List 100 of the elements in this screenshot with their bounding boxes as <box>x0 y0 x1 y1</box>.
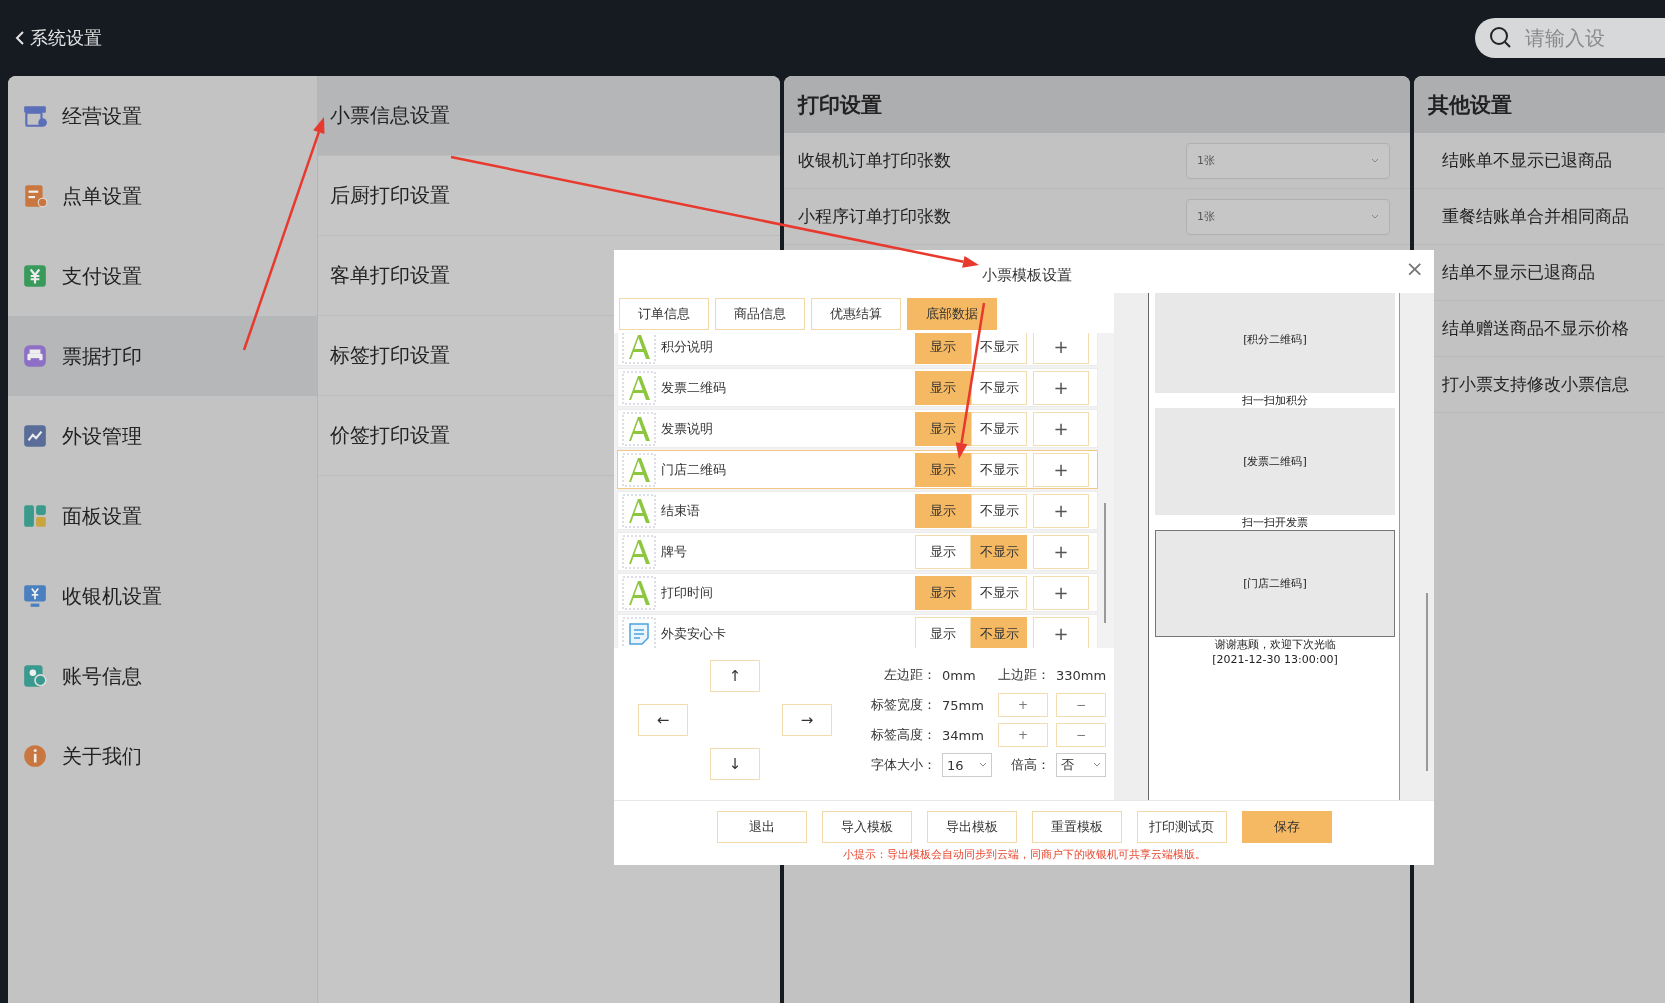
up-button[interactable]: ↑ <box>710 660 760 692</box>
hide-button[interactable]: 不显示 <box>971 370 1027 405</box>
add-button[interactable]: + <box>1033 411 1089 446</box>
double-height-select[interactable]: 否 <box>1056 753 1106 777</box>
hide-button[interactable]: 不显示 <box>971 333 1027 364</box>
qr-placeholder[interactable]: [积分二维码] <box>1155 293 1395 393</box>
setting-label: 打小票支持修改小票信息 <box>1442 373 1629 396</box>
sidebar-item[interactable]: 面板设置 <box>8 476 317 556</box>
sidebar-item[interactable]: 支付设置 <box>8 236 317 316</box>
close-button[interactable]: × <box>1401 258 1428 280</box>
element-row[interactable]: 积分说明 显示 不显示 + <box>617 333 1098 366</box>
field-value: 330mm <box>1056 667 1108 683</box>
sidebar-item[interactable]: 点单设置 <box>8 156 317 236</box>
add-button[interactable]: + <box>1033 493 1089 528</box>
sidebar-icon <box>22 343 48 369</box>
sidebar-item[interactable]: 票据打印 <box>8 316 317 396</box>
show-button[interactable]: 显示 <box>915 411 971 446</box>
footer-button[interactable]: 退出 <box>716 811 807 843</box>
chevron-down-icon <box>979 762 987 768</box>
show-button[interactable]: 显示 <box>915 452 971 487</box>
qr-placeholder[interactable]: [门店二维码] <box>1155 530 1395 637</box>
plus-button[interactable]: + <box>998 723 1048 747</box>
panel-title: 其他设置 <box>1414 76 1665 133</box>
element-row[interactable]: 发票二维码 显示 不显示 + <box>617 368 1098 407</box>
minus-button[interactable]: − <box>1056 693 1106 717</box>
footer-button[interactable]: 保存 <box>1241 811 1332 843</box>
footer-button[interactable]: 重置模板 <box>1031 811 1122 843</box>
minus-button[interactable]: − <box>1056 723 1106 747</box>
element-label: 积分说明 <box>661 337 713 356</box>
tab[interactable]: 商品信息 <box>715 298 805 330</box>
hide-button[interactable]: 不显示 <box>971 493 1027 528</box>
sidebar-item[interactable]: 账号信息 <box>8 636 317 716</box>
preview-text: 谢谢惠顾，欢迎下次光临 <box>1213 637 1337 652</box>
sidebar-icon <box>22 183 48 209</box>
element-row[interactable]: 牌号 显示 不显示 + <box>617 532 1098 571</box>
show-button[interactable]: 显示 <box>915 616 971 648</box>
add-button[interactable]: + <box>1033 370 1089 405</box>
sidebar-icon <box>22 663 48 689</box>
sidebar-label: 面板设置 <box>62 502 142 530</box>
footer-button[interactable]: 导出模板 <box>926 811 1017 843</box>
font-size-select[interactable]: 16 <box>942 753 992 777</box>
left-button[interactable]: ← <box>638 704 688 736</box>
preview-text: 扫一扫加积分 <box>1241 393 1309 408</box>
element-label: 发票二维码 <box>661 378 726 397</box>
add-button[interactable]: + <box>1033 452 1089 487</box>
field-value: 0mm <box>942 667 977 683</box>
sidebar-icon <box>22 423 48 449</box>
element-label: 牌号 <box>661 542 687 561</box>
submenu-item[interactable]: 后厨打印设置 <box>318 156 780 236</box>
sidebar-label: 支付设置 <box>62 262 142 290</box>
plus-button[interactable]: + <box>998 693 1048 717</box>
search-field[interactable]: 请输入设 <box>1475 18 1665 58</box>
hide-button[interactable]: 不显示 <box>971 411 1027 446</box>
element-row[interactable]: 外卖安心卡 显示 不显示 + <box>617 614 1098 648</box>
count-select[interactable]: 1张 <box>1186 142 1390 179</box>
right-button[interactable]: → <box>782 704 832 736</box>
element-row[interactable]: 门店二维码 显示 不显示 + <box>617 450 1098 489</box>
element-row[interactable]: 发票说明 显示 不显示 + <box>617 409 1098 448</box>
footer-button[interactable]: 导入模板 <box>821 811 912 843</box>
tab[interactable]: 底部数据 <box>907 298 997 330</box>
sidebar-label: 票据打印 <box>62 342 142 370</box>
element-label: 结束语 <box>661 501 700 520</box>
element-row[interactable]: 打印时间 显示 不显示 + <box>617 573 1098 612</box>
scrollbar[interactable] <box>1426 593 1428 771</box>
sidebar-label: 收银机设置 <box>62 582 162 610</box>
show-button[interactable]: 显示 <box>915 534 971 569</box>
sidebar-item[interactable]: 外设管理 <box>8 396 317 476</box>
hint-text: 小提示：导出模板会自动同步到云端，同商户下的收银机可共享云端模版。 <box>842 847 1206 862</box>
element-label: 外卖安心卡 <box>661 624 726 643</box>
add-button[interactable]: + <box>1033 333 1089 364</box>
chevron-left-icon <box>14 29 26 47</box>
add-button[interactable]: + <box>1033 616 1089 648</box>
letter-a-icon <box>622 534 656 569</box>
back-button[interactable]: 系统设置 <box>14 26 102 50</box>
show-button[interactable]: 显示 <box>915 370 971 405</box>
hide-button[interactable]: 不显示 <box>971 534 1027 569</box>
element-row[interactable]: 结束语 显示 不显示 + <box>617 491 1098 530</box>
submenu-item[interactable]: 小票信息设置 <box>318 76 780 156</box>
tab[interactable]: 优惠结算 <box>811 298 901 330</box>
show-button[interactable]: 显示 <box>915 493 971 528</box>
hide-button[interactable]: 不显示 <box>971 575 1027 610</box>
sidebar-item[interactable]: 收银机设置 <box>8 556 317 636</box>
letter-a-icon <box>622 333 656 364</box>
sidebar-item[interactable]: 关于我们 <box>8 716 317 796</box>
setting-label: 结账单不显示已退商品 <box>1442 149 1612 172</box>
down-button[interactable]: ↓ <box>710 748 760 780</box>
show-button[interactable]: 显示 <box>915 575 971 610</box>
add-button[interactable]: + <box>1033 575 1089 610</box>
dialog-title: 小票模板设置 <box>981 266 1072 285</box>
hide-button[interactable]: 不显示 <box>971 452 1027 487</box>
scrollbar[interactable] <box>1104 503 1106 623</box>
footer-button[interactable]: 打印测试页 <box>1136 811 1227 843</box>
show-button[interactable]: 显示 <box>915 333 971 364</box>
sidebar-item[interactable]: 经营设置 <box>8 76 317 156</box>
hide-button[interactable]: 不显示 <box>971 616 1027 648</box>
sidebar-icon <box>22 103 48 129</box>
qr-placeholder[interactable]: [发票二维码] <box>1155 408 1395 515</box>
count-select[interactable]: 1张 <box>1186 198 1390 235</box>
add-button[interactable]: + <box>1033 534 1089 569</box>
tab[interactable]: 订单信息 <box>619 298 709 330</box>
